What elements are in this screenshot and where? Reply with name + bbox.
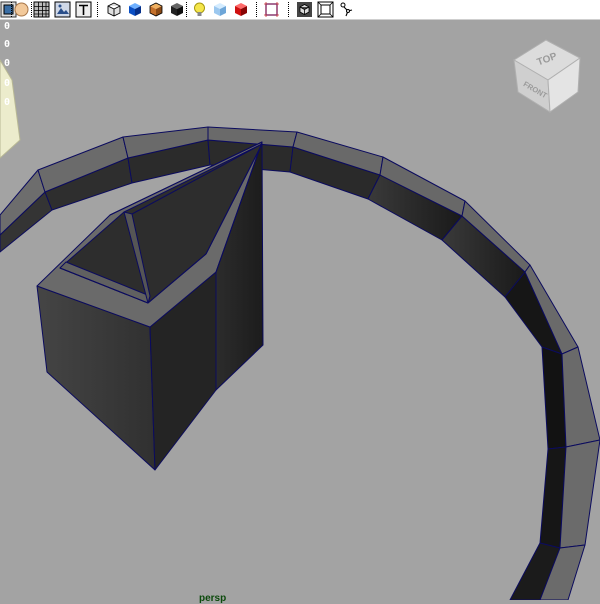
isolate-cube-icon[interactable] bbox=[296, 1, 313, 18]
red-cube-icon[interactable] bbox=[232, 1, 249, 18]
skeleton-icon[interactable] bbox=[338, 1, 355, 18]
textured-cube-icon[interactable] bbox=[147, 1, 164, 18]
viewcube[interactable]: TOP FRONT bbox=[513, 39, 581, 113]
blue-cube-icon[interactable] bbox=[126, 1, 143, 18]
hud-value: 0 bbox=[4, 78, 11, 89]
light-bulb-icon[interactable] bbox=[191, 1, 208, 18]
hud-value: 0 bbox=[4, 97, 11, 108]
light-blue-cube-icon[interactable] bbox=[211, 1, 228, 18]
sphere-icon[interactable] bbox=[13, 1, 30, 18]
perspective-viewport[interactable]: TOP FRONT 0 0 0 0 0 persp bbox=[0, 19, 600, 604]
toolbar bbox=[0, 0, 600, 20]
camera-name-label: persp bbox=[199, 593, 227, 604]
frame-icon[interactable] bbox=[317, 1, 334, 18]
toolbar-separator bbox=[256, 2, 258, 17]
toolbar-separator bbox=[186, 2, 188, 17]
viewport-scene: TOP FRONT bbox=[0, 39, 600, 600]
hud-value: 0 bbox=[4, 58, 11, 69]
light-plane[interactable] bbox=[0, 59, 21, 159]
wire-cube-icon[interactable] bbox=[105, 1, 122, 18]
toolbar-separator bbox=[288, 2, 290, 17]
grid-icon[interactable] bbox=[33, 1, 50, 18]
dark-cube-icon[interactable] bbox=[168, 1, 185, 18]
region-select-icon[interactable] bbox=[263, 1, 280, 18]
text-icon[interactable] bbox=[75, 1, 92, 18]
hud-value: 0 bbox=[4, 39, 11, 50]
image-plane-icon[interactable] bbox=[54, 1, 71, 18]
toolbar-separator bbox=[97, 2, 99, 17]
hud-value: 0 bbox=[4, 21, 11, 32]
